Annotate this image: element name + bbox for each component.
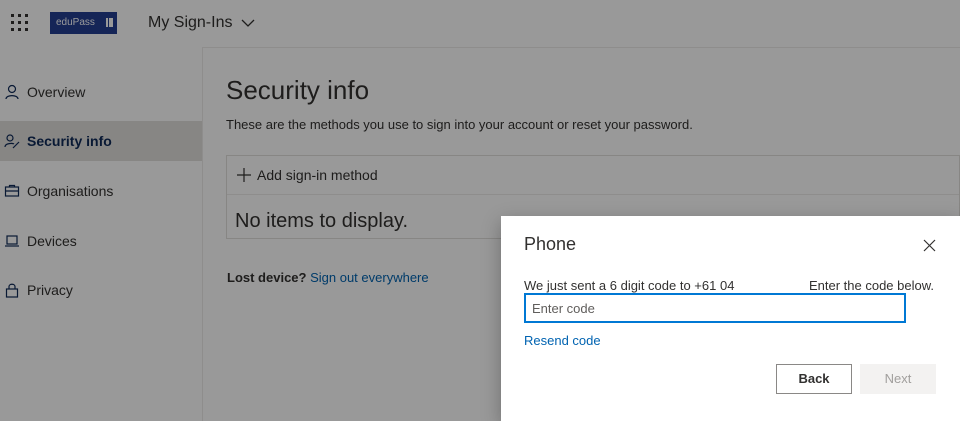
dialog-message: We just sent a 6 digit code to +61 04: [524, 278, 735, 293]
close-icon[interactable]: [922, 238, 937, 253]
dialog-instruction: Enter the code below.: [808, 278, 934, 293]
resend-code-link[interactable]: Resend code: [524, 333, 601, 348]
phone-dialog: Phone We just sent a 6 digit code to +61…: [501, 216, 960, 421]
back-button[interactable]: Back: [776, 364, 852, 394]
code-input[interactable]: [524, 293, 906, 323]
next-button[interactable]: Next: [860, 364, 936, 394]
dialog-title: Phone: [524, 234, 577, 254]
